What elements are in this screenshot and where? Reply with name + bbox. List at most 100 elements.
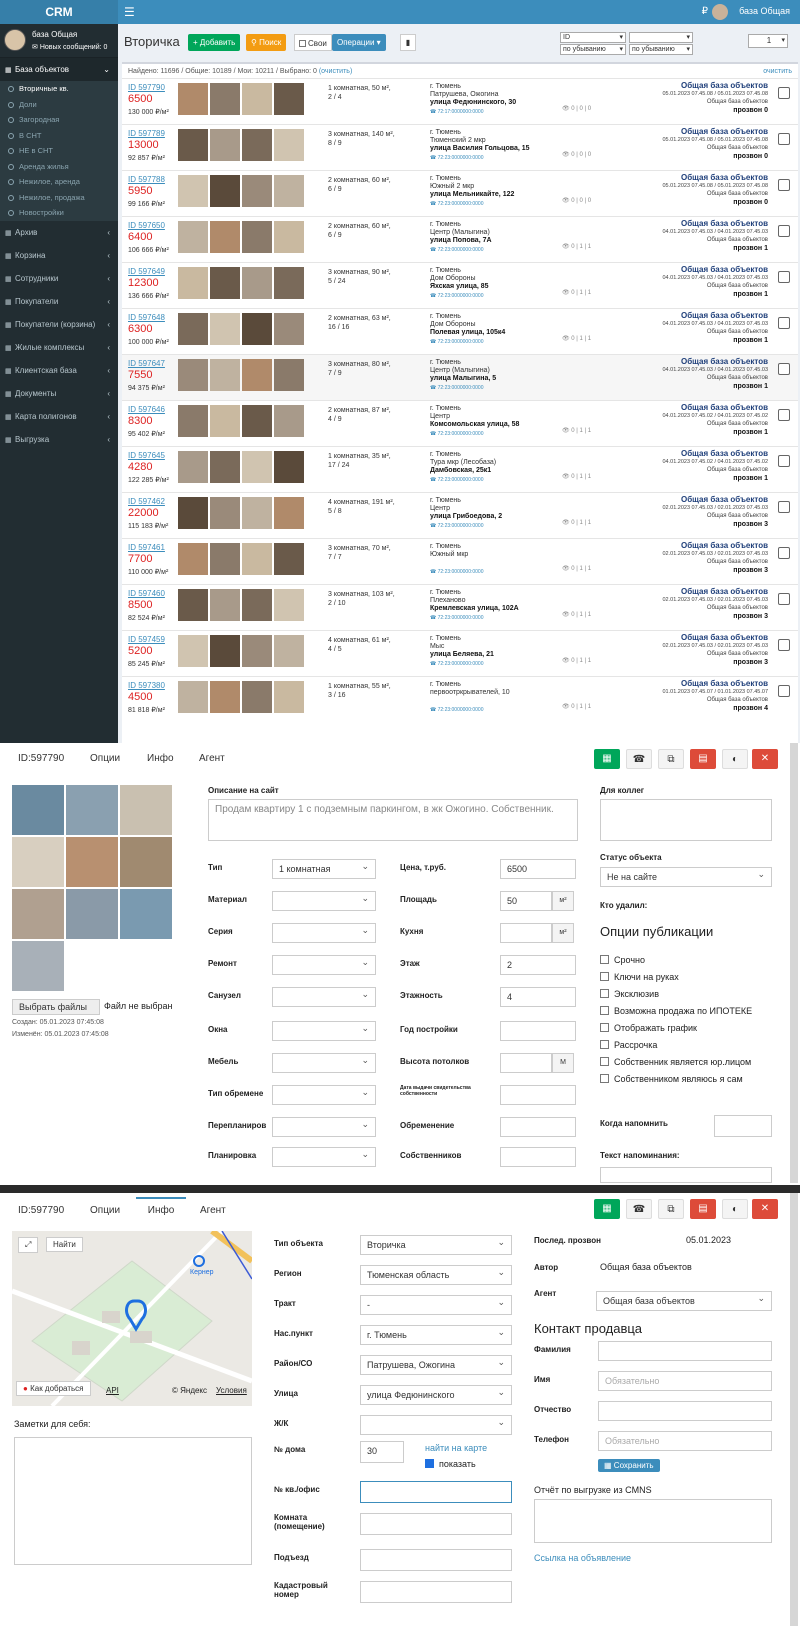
route-button[interactable]: ● Как добраться	[16, 1381, 91, 1396]
listing-checkbox[interactable]	[778, 685, 790, 697]
listing-checkbox[interactable]	[778, 501, 790, 513]
gallery-photo[interactable]	[120, 785, 172, 835]
listing-base-link[interactable]: Общая база объектов	[681, 679, 768, 688]
listing-photo[interactable]	[274, 589, 304, 621]
listing-id-link[interactable]: ID 597645	[128, 451, 165, 460]
listing-cadastre-link[interactable]: ☎ 72:23:0000000:0000	[430, 201, 484, 207]
sidebar-item-export[interactable]: ▦ Выгрузка ‹	[0, 428, 118, 451]
listing-photo[interactable]	[210, 497, 240, 529]
listing-id-link[interactable]: ID 597648	[128, 313, 165, 322]
field-input[interactable]: 2	[500, 955, 576, 975]
info-field-select[interactable]: г. Тюмень	[360, 1323, 512, 1345]
fullscreen-icon[interactable]: ⤢	[18, 1237, 39, 1253]
page-select[interactable]: 1	[748, 34, 788, 48]
trash-icon[interactable]: ▤	[690, 1199, 716, 1219]
gallery-photo[interactable]	[12, 837, 64, 887]
listing-cadastre-link[interactable]: ☎ 72:23:0000000:0000	[430, 523, 484, 529]
pub-option[interactable]: Рассрочка	[600, 1040, 657, 1050]
field-input[interactable]	[500, 1085, 576, 1105]
listing-photos[interactable]	[178, 681, 306, 713]
tab-info[interactable]: Инфо	[147, 753, 174, 764]
listing-photos[interactable]	[178, 175, 306, 207]
find-on-map-link[interactable]: найти на карте	[425, 1443, 487, 1453]
gallery-photo[interactable]	[66, 889, 118, 939]
choose-files-button[interactable]: Выбрать файлы	[12, 999, 100, 1015]
show-checkbox[interactable]: показать	[425, 1459, 476, 1469]
listing-photo[interactable]	[178, 267, 208, 299]
listing-photos[interactable]	[178, 83, 306, 115]
listing-id-link[interactable]: ID 597459	[128, 635, 165, 644]
sort-dir2-select[interactable]: по убыванию	[629, 44, 693, 55]
topbar-avatar[interactable]	[712, 4, 728, 20]
listing-id-link[interactable]: ID 597462	[128, 497, 165, 506]
crm-logo[interactable]: CRM	[0, 0, 118, 24]
gallery-photo[interactable]	[120, 837, 172, 887]
listing-checkbox[interactable]	[778, 593, 790, 605]
field-input[interactable]: 4	[500, 987, 576, 1007]
listing-base-link[interactable]: Общая база объектов	[681, 403, 768, 412]
listing-photos[interactable]	[178, 313, 306, 345]
sort-field-select[interactable]: ID	[560, 32, 626, 43]
description-textarea[interactable]: Продам квартиру 1 с подземным паркингом,…	[208, 799, 578, 841]
listing-photo[interactable]	[178, 175, 208, 207]
listing-photos[interactable]	[178, 129, 306, 161]
tab-id[interactable]: ID:597790	[18, 1205, 64, 1216]
trash-icon[interactable]: ▤	[690, 749, 716, 769]
field-select[interactable]	[272, 889, 376, 911]
listing-photos[interactable]	[178, 635, 306, 667]
tab-id[interactable]: ID:597790	[18, 753, 64, 764]
listing-base-link[interactable]: Общая база объектов	[681, 541, 768, 550]
sidebar-item-clients[interactable]: ▦ Клиентская база ‹	[0, 359, 118, 382]
listing-photo[interactable]	[178, 497, 208, 529]
listing-base-link[interactable]: Общая база объектов	[681, 495, 768, 504]
tab-options[interactable]: Опции	[90, 1205, 120, 1216]
entrance-input[interactable]	[360, 1549, 512, 1571]
listing-base-link[interactable]: Общая база объектов	[681, 449, 768, 458]
sidebar-item-buyers-trash[interactable]: ▦ Покупатели (корзина) ‹	[0, 313, 118, 336]
sidebar-sub-shares[interactable]: Доли	[0, 97, 118, 113]
sort-field2-select[interactable]	[629, 32, 693, 43]
sidebar-item-buyers[interactable]: ▦ Покупатели ‹	[0, 290, 118, 313]
notes-textarea[interactable]	[14, 1437, 252, 1565]
listing-checkbox[interactable]	[778, 271, 790, 283]
info-field-select[interactable]: -	[360, 1293, 512, 1315]
field-input[interactable]	[500, 1053, 552, 1073]
listing-photo[interactable]	[210, 313, 240, 345]
pub-option[interactable]: Возможна продажа по ИПОТЕКЕ	[600, 1006, 752, 1016]
close-icon[interactable]: ✕	[752, 749, 778, 769]
listing-photo[interactable]	[210, 543, 240, 575]
gallery-photo[interactable]	[12, 889, 64, 939]
listing-photo[interactable]	[178, 221, 208, 253]
listing-cadastre-link[interactable]: ☎ 72:23:0000000:0000	[430, 339, 484, 345]
listing-cadastre-link[interactable]: ☎ 72:23:0000000:0000	[430, 569, 484, 575]
listing-photo[interactable]	[178, 681, 208, 713]
search-button[interactable]: ⚲ Поиск	[246, 34, 287, 51]
sidebar-sub-commercial-rent[interactable]: Нежилое, аренда	[0, 174, 118, 190]
listing-photo[interactable]	[178, 359, 208, 391]
listing-photo[interactable]	[178, 543, 208, 575]
listing-photo[interactable]	[274, 221, 304, 253]
map-find-button[interactable]: Найти	[46, 1237, 83, 1252]
sidebar-sub-snt[interactable]: В СНТ	[0, 128, 118, 144]
listing-photo[interactable]	[274, 175, 304, 207]
info-field-select[interactable]	[360, 1413, 512, 1435]
listing-base-link[interactable]: Общая база объектов	[681, 311, 768, 320]
listing-checkbox[interactable]	[778, 317, 790, 329]
listing-photo[interactable]	[210, 451, 240, 483]
listing-photo[interactable]	[274, 313, 304, 345]
listing-base-link[interactable]: Общая база объектов	[681, 587, 768, 596]
listing-photos[interactable]	[178, 589, 306, 621]
sidebar-item-staff[interactable]: ▦ Сотрудники ‹	[0, 267, 118, 290]
patronymic-input[interactable]	[598, 1401, 772, 1421]
listing-photo[interactable]	[274, 83, 304, 115]
yandex-map[interactable]: ⤢ Найти Кернер ● Как добраться API © Янд…	[12, 1231, 252, 1406]
listing-checkbox[interactable]	[778, 639, 790, 651]
map-terms-link[interactable]: Условия	[216, 1386, 247, 1395]
field-select[interactable]	[272, 921, 376, 943]
listing-base-link[interactable]: Общая база объектов	[681, 633, 768, 642]
tab-agent[interactable]: Агент	[199, 753, 225, 764]
tab-options[interactable]: Опции	[90, 753, 120, 764]
listing-id-link[interactable]: ID 597461	[128, 543, 165, 552]
field-input[interactable]: 6500	[500, 859, 576, 879]
bookmark-icon[interactable]: ▮	[400, 34, 416, 51]
